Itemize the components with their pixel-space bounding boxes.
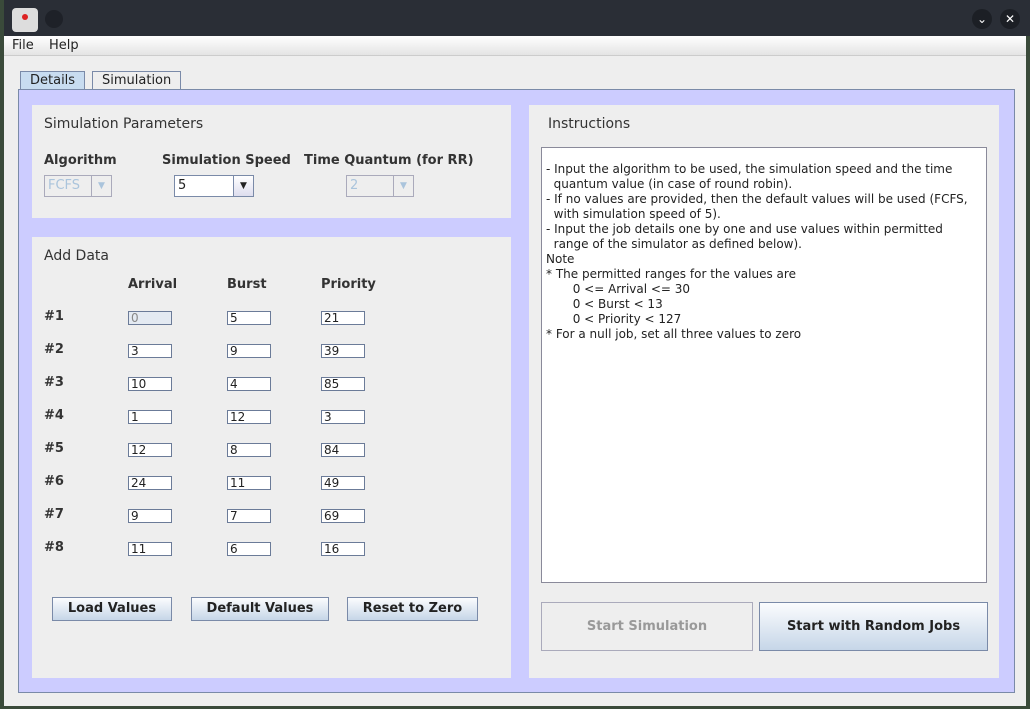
chevron-down-icon: ▼ <box>91 176 111 196</box>
job-label: #2 <box>44 342 64 357</box>
title-bar: ⌄ ✕ <box>4 0 1030 36</box>
burst-input[interactable]: 4 <box>227 377 271 391</box>
job-label: #4 <box>44 408 64 423</box>
job-label: #1 <box>44 309 64 324</box>
arrival-header: Arrival <box>128 277 178 292</box>
priority-input[interactable]: 84 <box>321 443 365 457</box>
arrival-input[interactable]: 11 <box>128 542 172 556</box>
burst-input[interactable]: 7 <box>227 509 271 523</box>
window-menu-button[interactable] <box>45 10 63 28</box>
menu-bar: File Help <box>4 36 1026 56</box>
priority-input[interactable]: 3 <box>321 410 365 424</box>
quantum-label: Time Quantum (for RR) <box>304 153 474 168</box>
job-label: #5 <box>44 441 64 456</box>
chevron-down-icon: ▼ <box>393 176 413 196</box>
algorithm-select[interactable]: FCFS ▼ <box>44 175 112 197</box>
chevron-down-icon: ▼ <box>233 176 253 196</box>
speed-label: Simulation Speed <box>162 153 291 168</box>
priority-input[interactable]: 69 <box>321 509 365 523</box>
algorithm-value: FCFS <box>48 178 81 193</box>
quantum-select[interactable]: 2 ▼ <box>346 175 414 197</box>
job-label: #6 <box>44 474 64 489</box>
quantum-value: 2 <box>350 178 359 193</box>
simulation-parameters-panel: Simulation Parameters Algorithm Simulati… <box>32 105 511 218</box>
burst-input[interactable]: 11 <box>227 476 271 490</box>
arrival-input[interactable]: 3 <box>128 344 172 358</box>
job-label: #7 <box>44 507 64 522</box>
priority-input[interactable]: 85 <box>321 377 365 391</box>
menu-help[interactable]: Help <box>49 38 79 53</box>
priority-header: Priority <box>321 277 376 292</box>
add-data-panel: Add Data Arrival Burst Priority #1 0 5 2… <box>32 237 511 678</box>
arrival-input[interactable]: 24 <box>128 476 172 490</box>
close-icon[interactable]: ✕ <box>1000 9 1020 29</box>
start-simulation-button[interactable]: Start Simulation <box>541 602 753 651</box>
burst-input[interactable]: 12 <box>227 410 271 424</box>
speed-value: 5 <box>178 178 187 193</box>
arrival-input[interactable]: 0 <box>128 311 172 325</box>
arrival-input[interactable]: 1 <box>128 410 172 424</box>
speed-select[interactable]: 5 ▼ <box>174 175 254 197</box>
arrival-input[interactable]: 12 <box>128 443 172 457</box>
tab-details[interactable]: Details <box>20 71 86 90</box>
burst-input[interactable]: 9 <box>227 344 271 358</box>
start-random-jobs-button[interactable]: Start with Random Jobs <box>759 602 988 651</box>
priority-input[interactable]: 16 <box>321 542 365 556</box>
section-title: Add Data <box>44 248 109 264</box>
priority-input[interactable]: 21 <box>321 311 365 325</box>
instructions-textarea[interactable]: - Input the algorithm to be used, the si… <box>541 147 987 583</box>
section-title: Instructions <box>548 116 631 132</box>
burst-input[interactable]: 5 <box>227 311 271 325</box>
default-values-button[interactable]: Default Values <box>191 597 329 621</box>
tab-simulation[interactable]: Simulation <box>92 71 182 90</box>
section-title: Simulation Parameters <box>44 116 204 132</box>
algorithm-label: Algorithm <box>44 153 117 168</box>
arrival-input[interactable]: 10 <box>128 377 172 391</box>
burst-input[interactable]: 6 <box>227 542 271 556</box>
menu-file[interactable]: File <box>12 38 34 53</box>
priority-input[interactable]: 49 <box>321 476 365 490</box>
arrival-input[interactable]: 9 <box>128 509 172 523</box>
load-values-button[interactable]: Load Values <box>52 597 172 621</box>
reset-to-zero-button[interactable]: Reset to Zero <box>347 597 478 621</box>
job-label: #8 <box>44 540 64 555</box>
burst-header: Burst <box>227 277 267 292</box>
priority-input[interactable]: 39 <box>321 344 365 358</box>
burst-input[interactable]: 8 <box>227 443 271 457</box>
job-label: #3 <box>44 375 64 390</box>
java-app-icon <box>12 8 38 32</box>
minimize-chevron-icon[interactable]: ⌄ <box>972 9 992 29</box>
